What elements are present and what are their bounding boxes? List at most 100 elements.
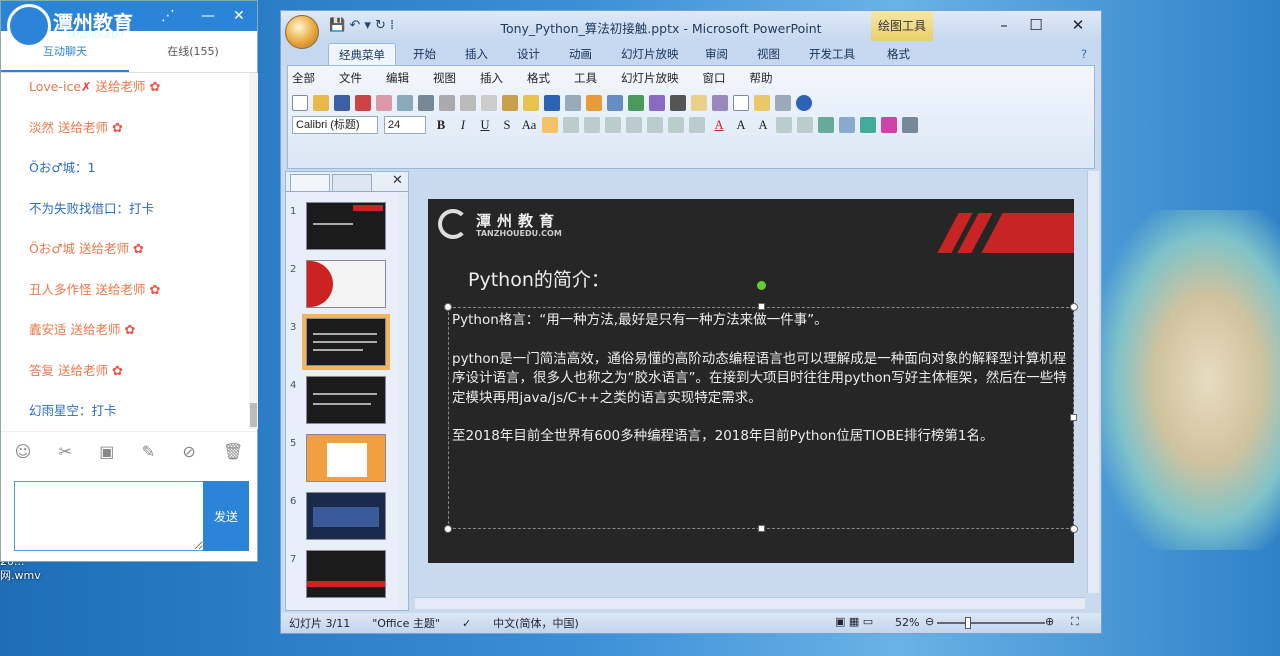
- numbering-icon[interactable]: [668, 117, 684, 133]
- zoom-in-icon[interactable]: ⊕: [1045, 615, 1054, 628]
- grow-font-icon[interactable]: A: [732, 118, 750, 133]
- resize-handle[interactable]: [444, 303, 452, 311]
- research-icon[interactable]: [439, 95, 455, 111]
- zoom-level[interactable]: 52%: [895, 616, 919, 629]
- office-button-icon[interactable]: [285, 15, 319, 49]
- undo-icon[interactable]: [544, 95, 560, 111]
- font-color-icon[interactable]: A: [710, 118, 728, 133]
- align-center-icon[interactable]: [563, 117, 579, 133]
- menu-all[interactable]: 全部: [292, 70, 315, 86]
- drawing-tools-tab[interactable]: 绘图工具: [871, 11, 933, 41]
- textbox-icon[interactable]: [733, 95, 749, 111]
- close-icon[interactable]: ✕: [233, 8, 245, 24]
- spelling-icon[interactable]: [418, 95, 434, 111]
- block-icon[interactable]: ⊘: [182, 442, 195, 461]
- menu-window[interactable]: 窗口: [703, 70, 726, 86]
- send-button[interactable]: 发送: [203, 481, 249, 551]
- slide-thumbnail-6[interactable]: [306, 492, 386, 540]
- emoji-icon[interactable]: ☺: [15, 442, 32, 461]
- minimize-icon[interactable]: –: [989, 16, 1019, 34]
- slides-pane-scrollbar[interactable]: [398, 194, 408, 610]
- resize-handle[interactable]: [1070, 414, 1077, 421]
- status-language[interactable]: 中文(简体，中国): [493, 615, 579, 631]
- menu-tools[interactable]: 工具: [574, 70, 597, 86]
- line-color-icon[interactable]: [902, 117, 918, 133]
- slide-thumbnail-5[interactable]: [306, 434, 386, 482]
- table-icon[interactable]: [607, 95, 623, 111]
- resize-handle[interactable]: [1070, 525, 1078, 533]
- chat-scroll-thumb[interactable]: [250, 403, 257, 427]
- close-icon[interactable]: ✕: [1063, 16, 1093, 34]
- trash-icon[interactable]: 🗑: [223, 442, 243, 461]
- decrease-indent-icon[interactable]: [776, 117, 792, 133]
- fill-color-icon[interactable]: [881, 117, 897, 133]
- shape-fill-icon[interactable]: [860, 117, 876, 133]
- status-theme[interactable]: "Office 主题": [372, 615, 440, 631]
- scissors-icon[interactable]: ✂: [59, 442, 72, 461]
- format-painter-icon[interactable]: [523, 95, 539, 111]
- menu-view[interactable]: 视图: [433, 70, 456, 86]
- shadow-icon[interactable]: S: [498, 118, 516, 133]
- justify-icon[interactable]: [605, 117, 621, 133]
- close-pane-icon[interactable]: ✕: [392, 173, 403, 188]
- slide-thumbnail-4[interactable]: [306, 376, 386, 424]
- align-right-icon[interactable]: [584, 117, 600, 133]
- slide-title[interactable]: Python的简介：: [468, 265, 610, 292]
- tab-format[interactable]: 格式: [887, 43, 910, 65]
- rotation-handle[interactable]: [757, 281, 766, 290]
- menu-slideshow[interactable]: 幻灯片放映: [621, 70, 679, 86]
- redo-icon[interactable]: [565, 95, 581, 111]
- tab-design[interactable]: 设计: [517, 43, 540, 65]
- share-icon[interactable]: ⋰: [161, 8, 175, 24]
- slide-vertical-scrollbar[interactable]: [1087, 171, 1099, 593]
- case-icon[interactable]: Aa: [520, 118, 538, 133]
- text-direction-icon[interactable]: [647, 117, 663, 133]
- grid-icon[interactable]: [712, 95, 728, 111]
- zoom-out-icon[interactable]: ⊖: [925, 615, 934, 628]
- quick-access-toolbar[interactable]: 💾 ↶ ▾ ↻ ⁞: [329, 18, 394, 33]
- tab-developer[interactable]: 开发工具: [809, 43, 855, 65]
- tab-insert[interactable]: 插入: [465, 43, 488, 65]
- maximize-icon[interactable]: ☐: [1021, 16, 1051, 34]
- underline-icon[interactable]: U: [476, 118, 494, 133]
- increase-indent-icon[interactable]: [797, 117, 813, 133]
- help-icon[interactable]: ?: [1081, 43, 1087, 65]
- shrink-font-icon[interactable]: A: [754, 118, 772, 133]
- slide-horizontal-scrollbar[interactable]: [415, 597, 1085, 609]
- zoom-slider[interactable]: [937, 622, 1045, 624]
- resize-handle[interactable]: [758, 525, 765, 532]
- menu-edit[interactable]: 编辑: [386, 70, 409, 86]
- font-name-select[interactable]: Calibri (标题): [292, 116, 378, 134]
- tab-classic-menu[interactable]: 经典菜单: [328, 43, 396, 65]
- image-icon[interactable]: ▣: [99, 442, 114, 461]
- chat-input[interactable]: [14, 481, 204, 551]
- resize-handle[interactable]: [758, 303, 765, 310]
- minimize-icon[interactable]: —: [201, 8, 215, 24]
- font-size-select[interactable]: 24: [384, 116, 426, 134]
- picture-icon[interactable]: [649, 95, 665, 111]
- tab-view[interactable]: 视图: [757, 43, 780, 65]
- view-normal-icon[interactable]: ▣ ▦ ▭: [835, 615, 873, 628]
- web-icon[interactable]: [628, 95, 644, 111]
- comment-icon[interactable]: [691, 95, 707, 111]
- spell-check-icon[interactable]: ✓: [462, 617, 471, 630]
- tab-animation[interactable]: 动画: [569, 43, 592, 65]
- resize-handle[interactable]: [1070, 303, 1078, 311]
- resize-handle[interactable]: [444, 525, 452, 533]
- copy-icon[interactable]: [481, 95, 497, 111]
- zoom-slider-thumb[interactable]: [965, 617, 971, 629]
- zoom-icon[interactable]: [775, 95, 791, 111]
- bold-icon[interactable]: B: [432, 118, 450, 133]
- columns-icon[interactable]: [626, 117, 642, 133]
- slide-body-text[interactable]: Python格言：“用一种方法,最好是只有一种方法来做一件事”。 python是…: [452, 311, 1070, 466]
- menu-format[interactable]: 格式: [527, 70, 550, 86]
- cut-icon[interactable]: [460, 95, 476, 111]
- new-icon[interactable]: [292, 95, 308, 111]
- menu-file[interactable]: 文件: [339, 70, 362, 86]
- help-circle-icon[interactable]: [796, 95, 812, 111]
- tab-home[interactable]: 开始: [413, 43, 436, 65]
- permission-icon[interactable]: [355, 95, 371, 111]
- tab-online[interactable]: 在线(155): [129, 31, 257, 72]
- tab-outline[interactable]: [332, 174, 372, 191]
- menu-insert[interactable]: 插入: [480, 70, 503, 86]
